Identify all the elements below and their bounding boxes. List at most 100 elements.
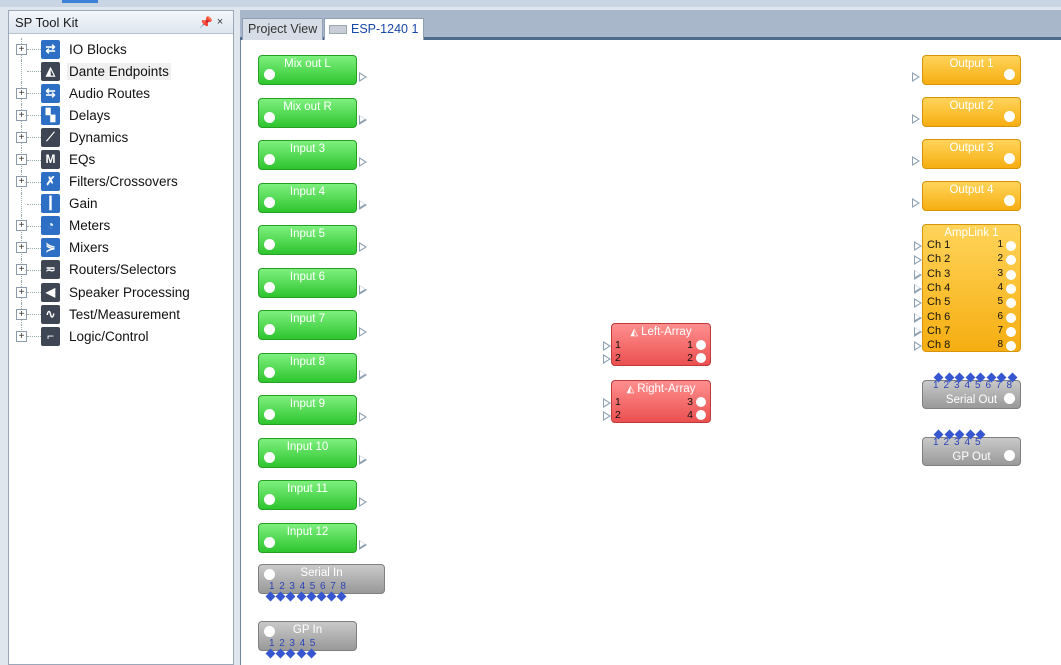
expand-icon[interactable]: + <box>16 109 27 121</box>
channel-out-node[interactable] <box>1006 255 1016 266</box>
array-out-node[interactable] <box>696 397 706 407</box>
output-node[interactable] <box>264 366 275 378</box>
output-node[interactable] <box>264 536 275 548</box>
tree-item-delays[interactable]: + ▚ Delays <box>9 104 233 127</box>
input-connector-icon[interactable] <box>912 72 920 82</box>
tree-item-routers-selectors[interactable]: + ≂ Routers/Selectors <box>9 258 233 282</box>
output-connector-icon[interactable] <box>359 199 367 210</box>
expand-icon[interactable]: + <box>16 43 27 55</box>
output-node[interactable] <box>264 494 275 505</box>
output-node[interactable] <box>1004 69 1015 80</box>
array-input-connector-icon[interactable] <box>603 341 611 351</box>
output-connector-icon[interactable] <box>359 454 367 465</box>
input-block[interactable]: Input 11 <box>258 480 357 510</box>
gp-in-block[interactable]: GP In 1 2 3 4 5 <box>258 621 357 651</box>
output-connector-icon[interactable] <box>359 242 367 252</box>
output-connector-icon[interactable] <box>359 497 367 507</box>
input-block[interactable]: Mix out L <box>258 55 357 85</box>
gp-out-node[interactable] <box>1004 450 1015 461</box>
tab-device[interactable]: ESP-1240 1 <box>324 18 425 40</box>
channel-out-node[interactable] <box>1006 241 1016 251</box>
input-block[interactable]: Mix out R <box>258 97 357 128</box>
channel-input-connector-icon[interactable] <box>914 241 922 251</box>
expand-icon[interactable]: + <box>16 176 27 188</box>
input-block[interactable]: Input 6 <box>258 267 357 298</box>
tree-item-mixers[interactable]: + ⋟ Mixers <box>9 236 233 259</box>
expand-icon[interactable]: + <box>16 308 27 320</box>
output-node[interactable] <box>264 409 275 420</box>
output-block[interactable]: Output 4 <box>922 181 1021 211</box>
right-array-block[interactable]: ◭ Right-Array 1 3 2 4 <box>603 380 711 423</box>
channel-out-node[interactable] <box>1006 298 1016 309</box>
output-node[interactable] <box>264 239 275 250</box>
input-block[interactable]: Input 8 <box>258 352 357 383</box>
input-connector-icon[interactable] <box>912 198 920 208</box>
expand-icon[interactable]: + <box>16 264 27 276</box>
tree-item-dante-endpoints[interactable]: ◭ Dante Endpoints <box>9 60 233 83</box>
output-connector-icon[interactable] <box>359 369 367 380</box>
channel-input-connector-icon[interactable] <box>914 326 922 337</box>
array-input-connector-icon[interactable] <box>603 354 611 364</box>
output-connector-icon[interactable] <box>359 157 367 167</box>
design-canvas[interactable]: Mix out L Mix out R Input 3 Input 4 Input 5 I… <box>240 40 1061 665</box>
channel-out-node[interactable] <box>1006 326 1016 337</box>
output-node[interactable] <box>1004 111 1015 122</box>
output-node[interactable] <box>264 111 275 123</box>
channel-input-connector-icon[interactable] <box>914 255 922 266</box>
expand-icon[interactable]: + <box>16 154 27 166</box>
array-input-connector-icon[interactable] <box>603 411 611 421</box>
output-node[interactable] <box>264 196 275 208</box>
channel-input-connector-icon[interactable] <box>914 269 922 280</box>
channel-input-connector-icon[interactable] <box>914 312 922 323</box>
gp-in-node[interactable] <box>264 626 275 637</box>
input-block[interactable]: Input 4 <box>258 182 357 213</box>
tree-item-audio-routes[interactable]: + ⇆ Audio Routes <box>9 82 233 105</box>
channel-out-node[interactable] <box>1006 269 1016 280</box>
serial-in-node[interactable] <box>264 569 275 580</box>
array-input-connector-icon[interactable] <box>603 398 611 408</box>
tree-item-eqs[interactable]: + M EQs <box>9 148 233 171</box>
output-node[interactable] <box>1004 195 1015 206</box>
output-block[interactable]: Output 1 <box>922 55 1021 85</box>
channel-out-node[interactable] <box>1006 283 1016 294</box>
input-block[interactable]: Input 3 <box>258 140 357 170</box>
tree-item-test-measurement[interactable]: + ∿ Test/Measurement <box>9 303 233 326</box>
expand-icon[interactable]: + <box>16 330 27 342</box>
output-node[interactable] <box>264 451 275 463</box>
input-block[interactable]: Input 9 <box>258 395 357 425</box>
input-block[interactable]: Input 10 <box>258 437 357 468</box>
tab-project-view[interactable]: Project View <box>242 18 324 40</box>
output-block[interactable]: Output 3 <box>922 139 1021 169</box>
tree-item-dynamics[interactable]: + ⟋ Dynamics <box>9 126 233 149</box>
output-node[interactable] <box>1004 153 1015 164</box>
channel-input-connector-icon[interactable] <box>914 283 922 294</box>
serial-out-block[interactable]: Serial Out 1 2 3 4 5 6 7 8 <box>922 380 1021 409</box>
channel-input-connector-icon[interactable] <box>914 298 922 309</box>
expand-icon[interactable]: + <box>16 242 27 254</box>
tree-item-meters[interactable]: + ◔ Meters <box>9 214 233 237</box>
output-connector-icon[interactable] <box>359 412 367 422</box>
input-block[interactable]: Input 7 <box>258 310 357 340</box>
tree-item-gain[interactable]: ┃ Gain <box>9 192 233 215</box>
output-connector-icon[interactable] <box>359 327 367 337</box>
gp-out-block[interactable]: GP Out 1 2 3 4 5 <box>922 437 1021 466</box>
pin-icon[interactable]: 📌 <box>199 16 213 29</box>
output-block[interactable]: Output 2 <box>922 97 1021 127</box>
expand-icon[interactable]: + <box>16 131 27 143</box>
output-node[interactable] <box>264 69 275 80</box>
array-out-node[interactable] <box>696 410 706 420</box>
tree-item-logic-control[interactable]: + ⌐ Logic/Control <box>9 325 233 347</box>
output-connector-icon[interactable] <box>359 72 367 82</box>
output-node[interactable] <box>264 324 275 335</box>
tree-item-io-blocks[interactable]: + ⇄ IO Blocks <box>9 38 233 61</box>
output-connector-icon[interactable] <box>359 114 367 125</box>
amplink-block[interactable]: AmpLink 1 Ch 1 1 Ch 2 2 Ch 3 3 Ch 4 4 Ch 5 5 Ch 66C… <box>914 224 1021 352</box>
input-connector-icon[interactable] <box>912 114 920 124</box>
expand-icon[interactable]: + <box>16 220 27 232</box>
channel-out-node[interactable] <box>1006 341 1016 352</box>
output-connector-icon[interactable] <box>359 284 367 295</box>
array-out-node[interactable] <box>696 353 706 363</box>
input-block[interactable]: Input 12 <box>258 522 357 553</box>
input-connector-icon[interactable] <box>912 156 920 166</box>
channel-input-connector-icon[interactable] <box>914 341 922 352</box>
